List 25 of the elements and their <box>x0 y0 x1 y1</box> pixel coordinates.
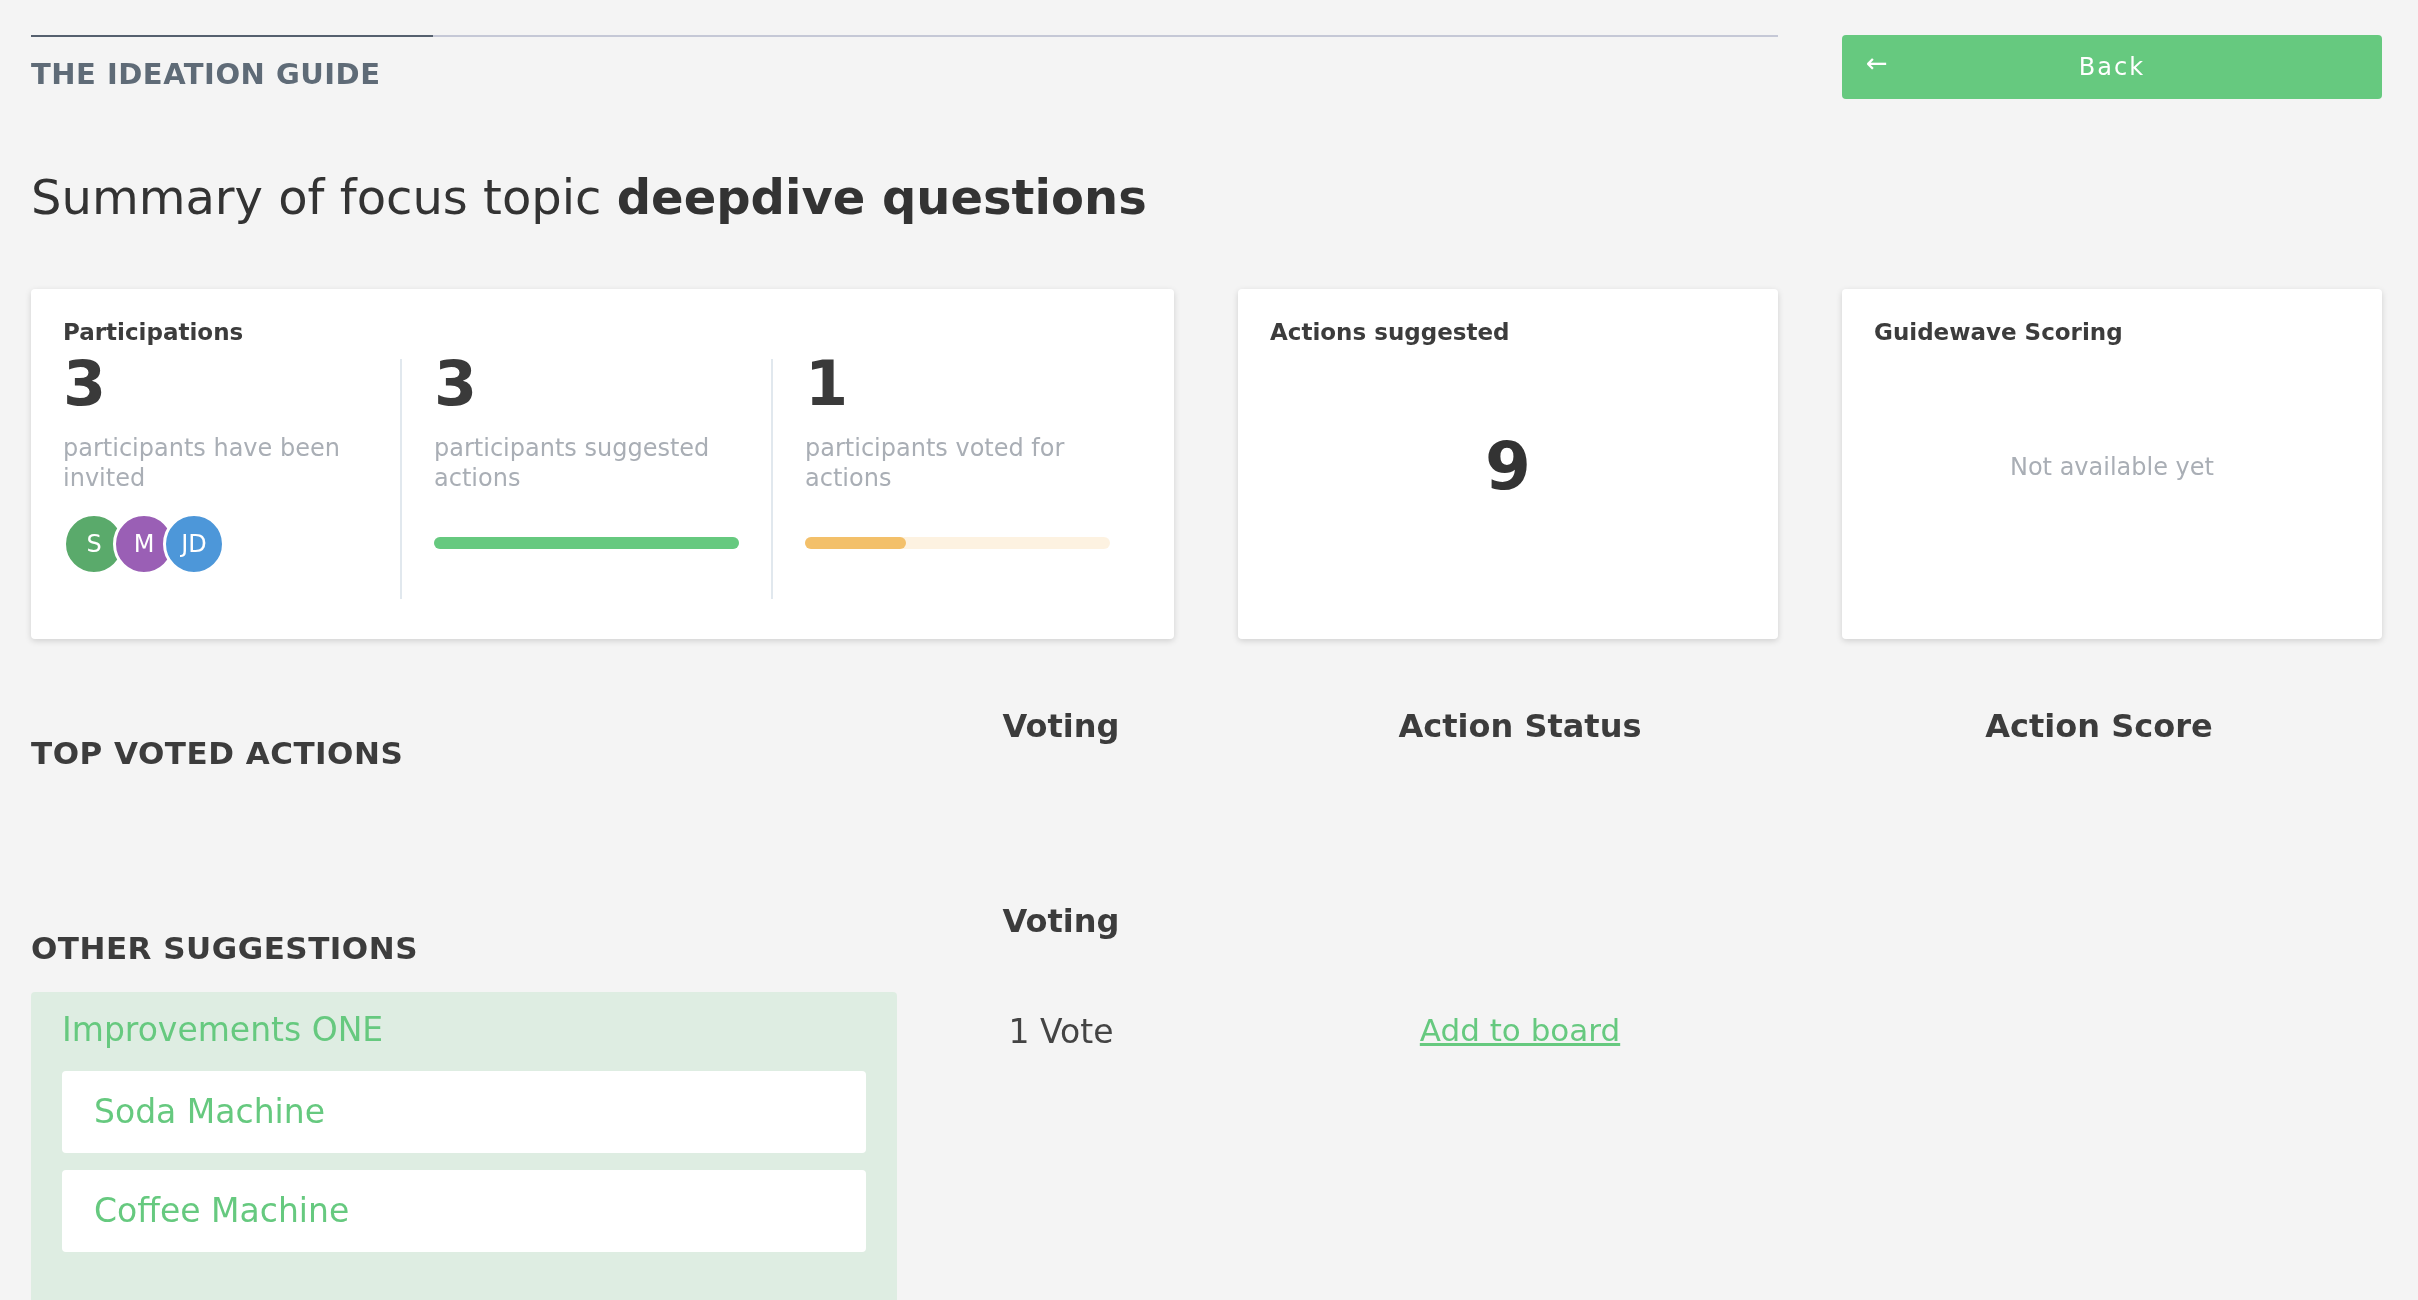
vote-count: 1 Vote <box>1008 1011 1114 1051</box>
card-title: Participations <box>63 318 245 345</box>
card-title: Guidewave Scoring <box>1874 318 2124 345</box>
suggestion-item[interactable]: Soda Machine <box>62 1070 866 1153</box>
column-heading: Action Score <box>1985 706 2213 745</box>
column-heading: Action Status <box>1398 706 1642 745</box>
suggestion-item[interactable]: Coffee Machine <box>62 1169 866 1252</box>
column-heading: Voting <box>1002 901 1120 940</box>
stat-label: participants voted for actions <box>805 432 1066 493</box>
section-title: TOP VOTED ACTIONS <box>31 734 405 773</box>
stat-value: 1 <box>805 352 850 415</box>
page-title: THE IDEATION GUIDE <box>31 57 382 91</box>
back-button[interactable]: ← Back <box>1842 35 2382 99</box>
status-message: Not available yet <box>2010 452 2214 481</box>
stat-label: participants have been invited <box>63 432 341 493</box>
stat-value: 3 <box>63 352 108 415</box>
summary-heading: Summary of focus topic deepdive questions <box>31 169 1148 227</box>
stat-label: participants suggested actions <box>434 432 711 493</box>
stat-value: 3 <box>434 352 479 415</box>
group-title: Improvements ONE <box>62 1009 385 1049</box>
column-heading: Voting <box>1002 706 1120 745</box>
add-to-board-link[interactable]: Add to board <box>1419 1011 1621 1048</box>
card-title: Actions suggested <box>1270 318 1511 345</box>
actions-count: 9 <box>1485 428 1531 506</box>
section-title: OTHER SUGGESTIONS <box>31 929 419 968</box>
